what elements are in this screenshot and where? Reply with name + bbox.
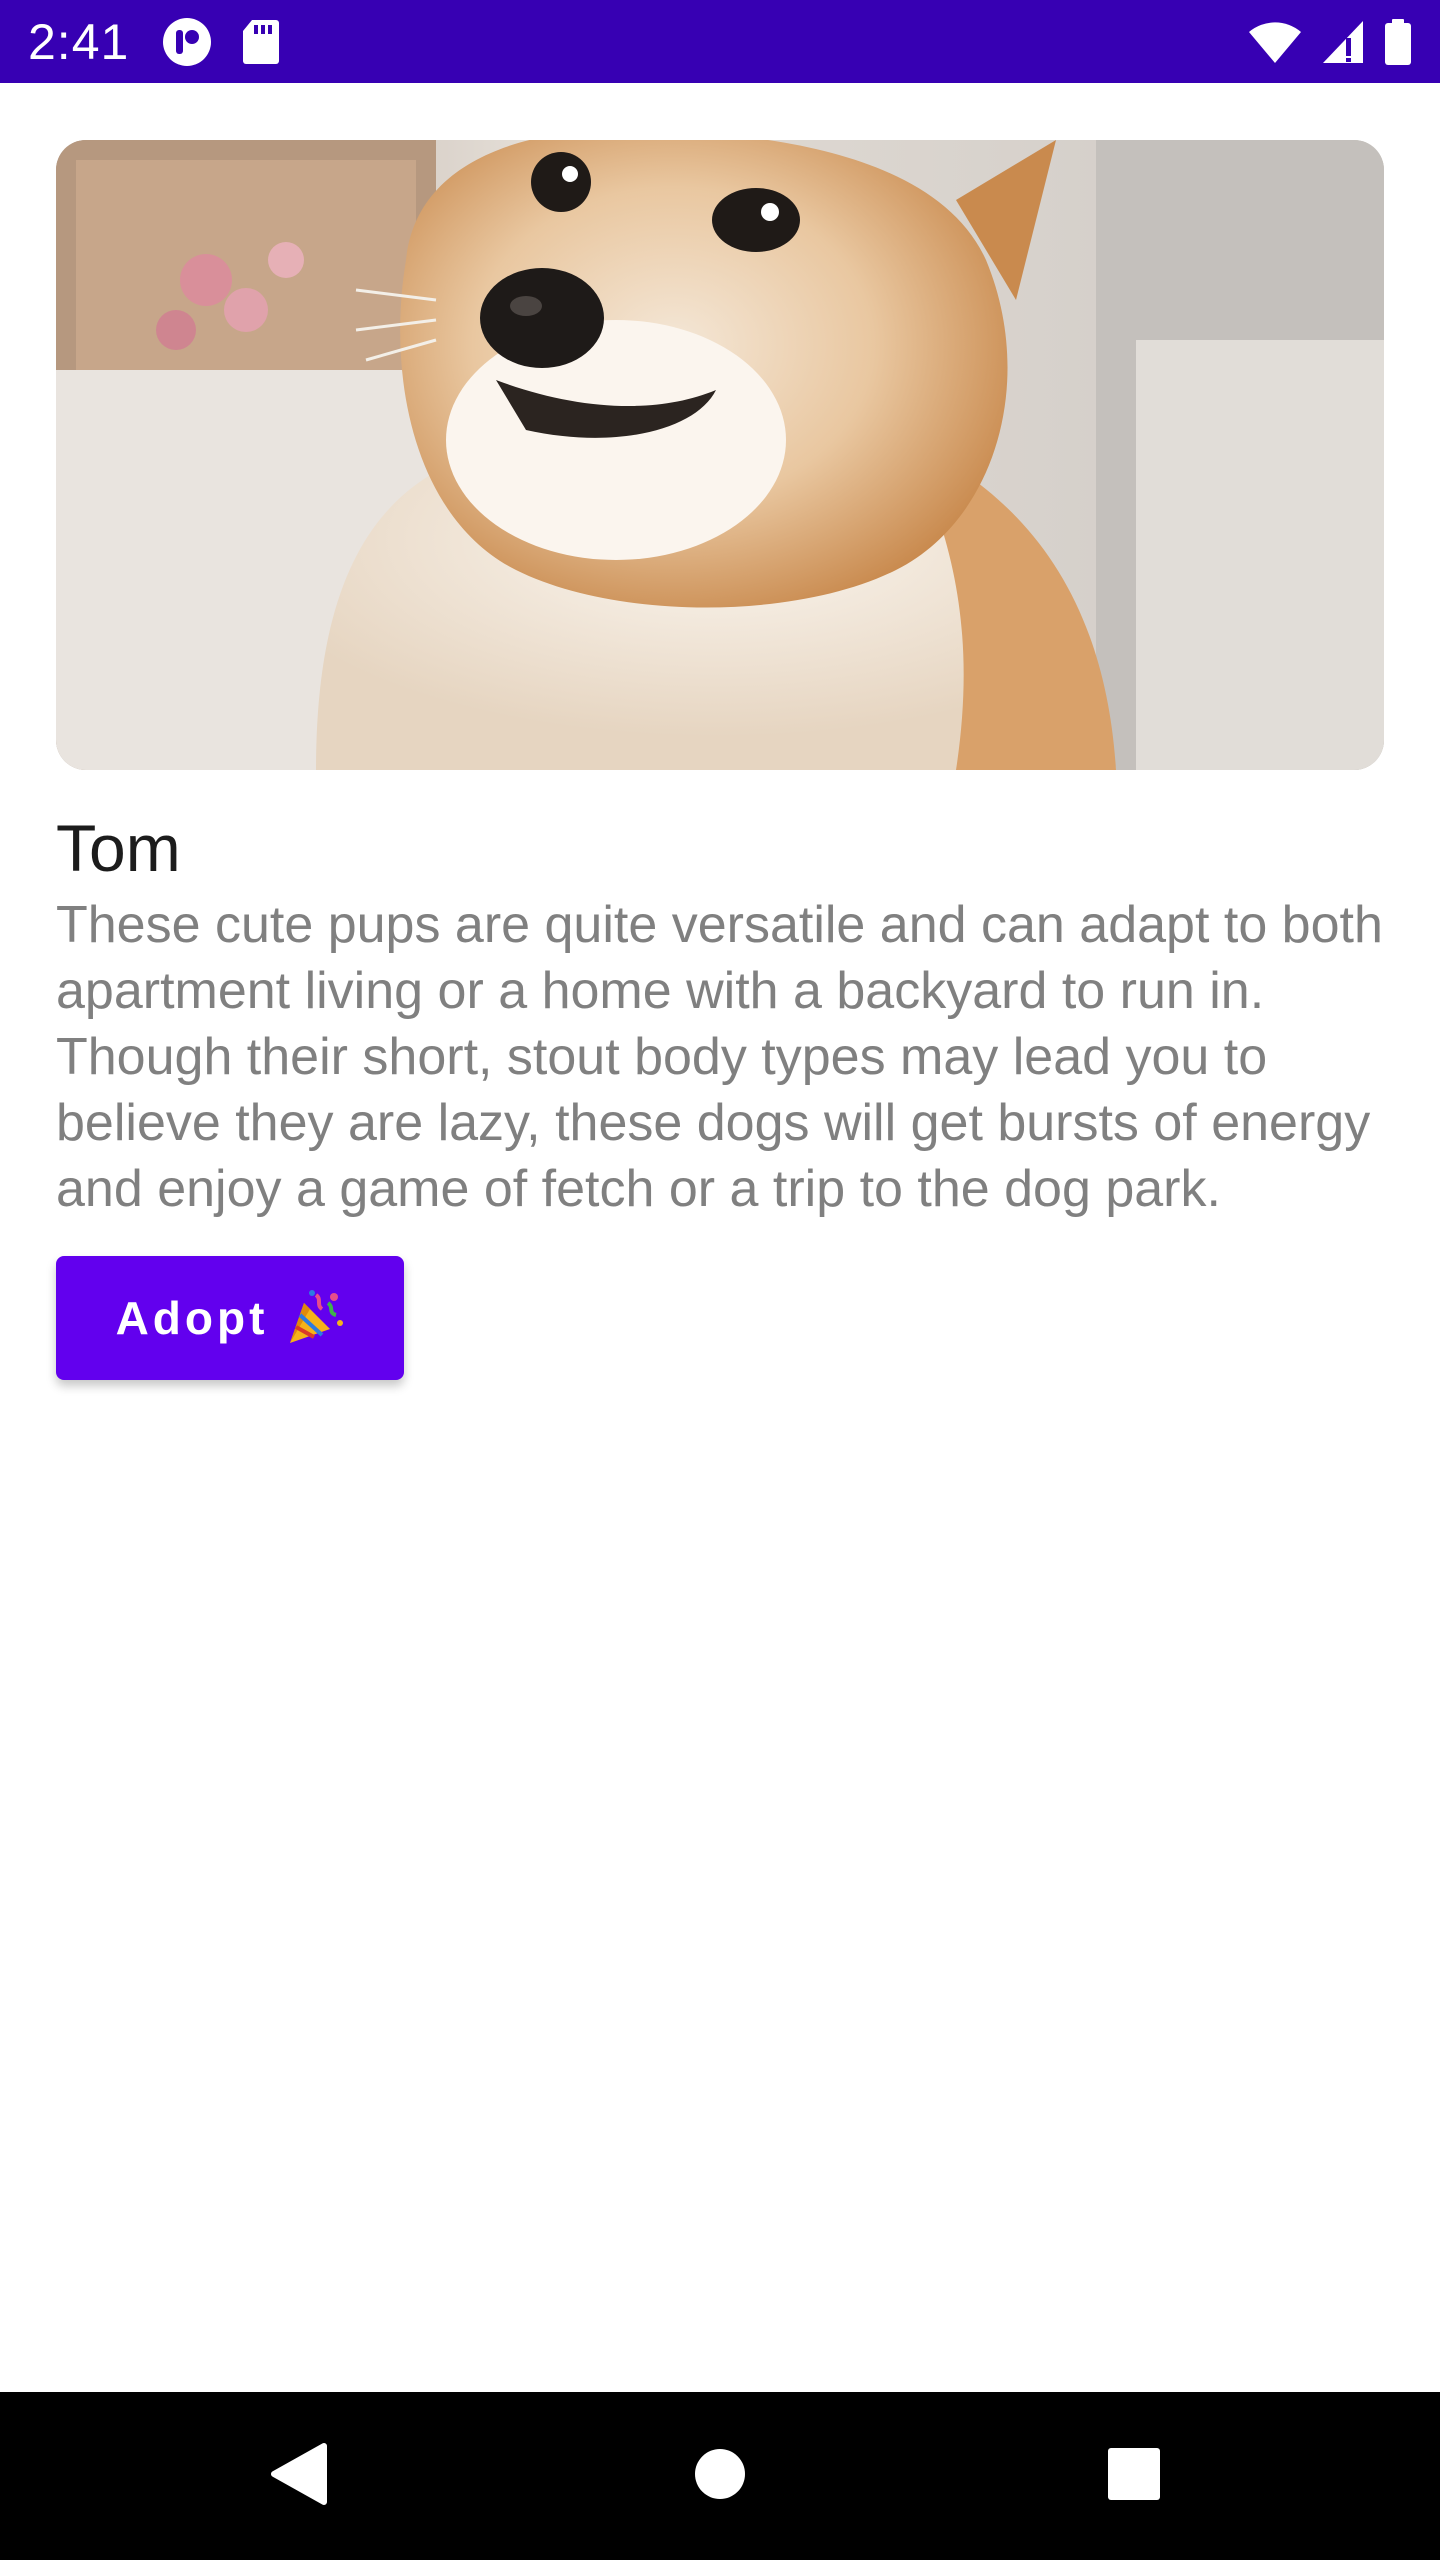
home-button[interactable] <box>678 2434 762 2518</box>
battery-icon <box>1384 19 1412 65</box>
pet-description: These cute pups are quite versatile and … <box>56 896 1383 1218</box>
adopt-button-label: Adopt <box>115 1292 269 1344</box>
pet-photo <box>56 140 1384 770</box>
recents-icon <box>1107 2447 1161 2506</box>
pet-name: Tom <box>56 811 181 885</box>
status-time: 2:41 <box>28 14 130 70</box>
recents-button[interactable] <box>1092 2434 1176 2518</box>
sd-card-icon <box>242 19 280 65</box>
wifi-icon <box>1248 20 1302 64</box>
screen: 2:41 Tom These cute pups are quite versa… <box>0 0 1440 2560</box>
pet-detail: Tom These cute pups are quite versatile … <box>56 140 1384 1380</box>
back-button[interactable] <box>258 2434 342 2518</box>
status-right-icons <box>1248 18 1412 66</box>
status-left-icons <box>162 18 280 66</box>
adopt-button[interactable]: Adopt <box>56 1256 404 1380</box>
navigation-bar <box>0 2392 1440 2560</box>
home-icon <box>693 2447 747 2506</box>
party-popper-icon <box>286 1289 344 1347</box>
cell-signal-icon <box>1322 20 1364 64</box>
status-bar: 2:41 <box>0 0 1440 83</box>
notification-app-icon <box>162 17 212 67</box>
back-icon <box>270 2442 330 2511</box>
